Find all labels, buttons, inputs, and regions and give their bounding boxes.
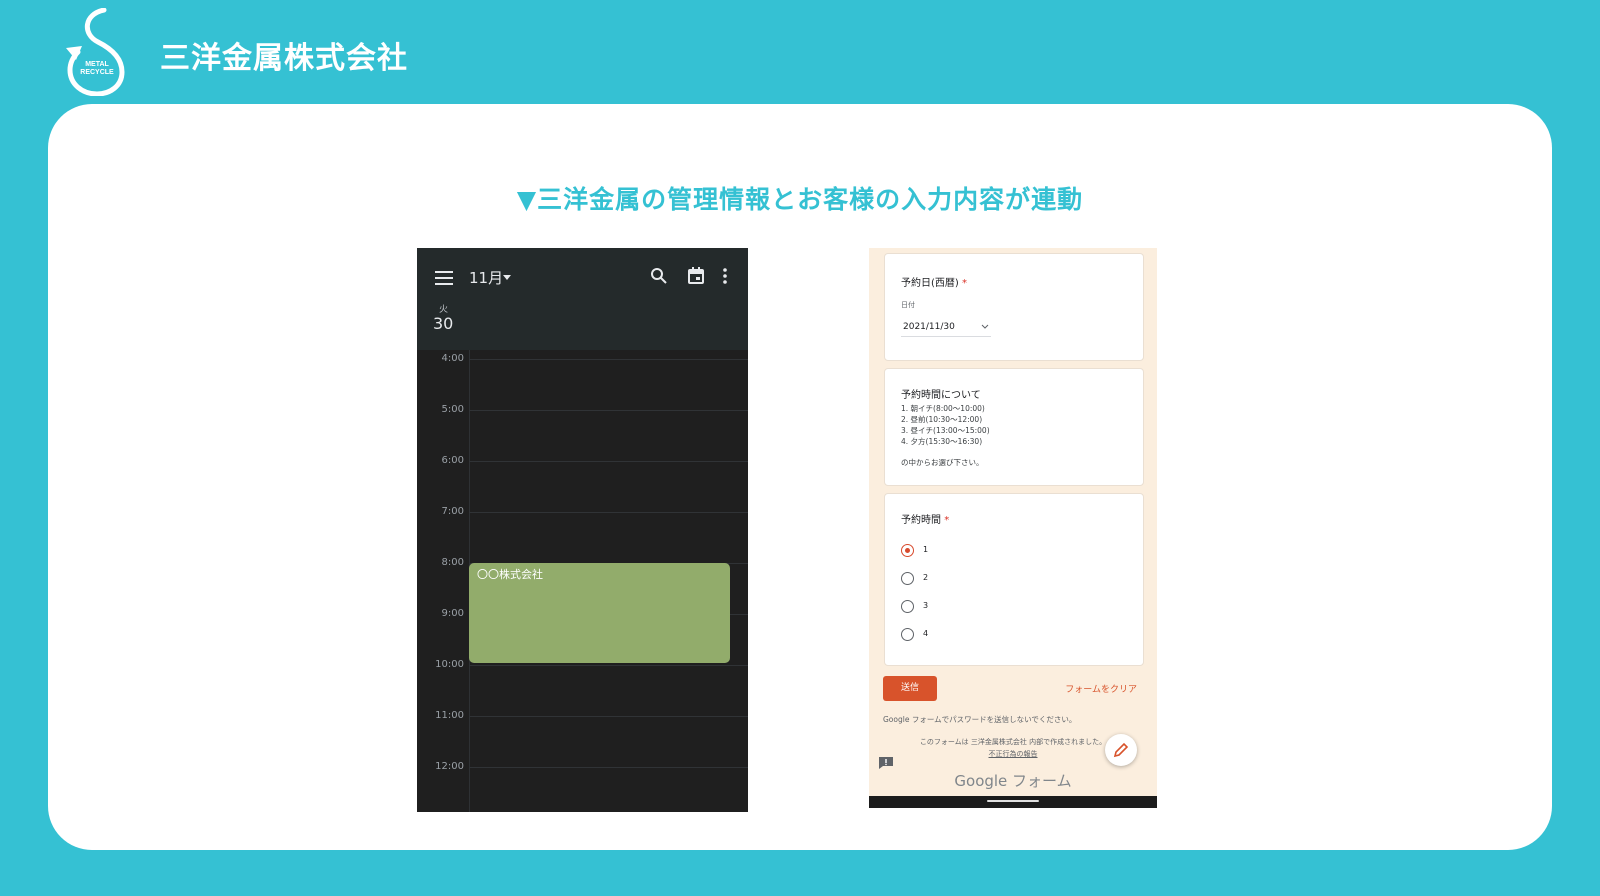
google-forms-brand: Google フォーム xyxy=(954,772,1072,790)
radio-button[interactable] xyxy=(901,572,914,585)
section-heading: ▼三洋金属の管理情報とお客様の入力内容が連動 xyxy=(516,185,1084,214)
calendar-header: 11月 火 30 xyxy=(417,248,748,350)
menu-icon[interactable] xyxy=(435,271,453,285)
calendar-screenshot: 11月 火 30 4:00 5:00 6:00 7:00 8:00 9:00 1… xyxy=(417,248,748,812)
svg-text:METAL: METAL xyxy=(85,61,109,68)
google-form-screenshot: 予約日(西暦) * 日付 2021/11/30 予約時間について 1. 朝イチ(… xyxy=(869,248,1157,808)
android-nav-bar xyxy=(869,796,1157,808)
time-row: 10:00 xyxy=(417,659,748,670)
time-label: 12:00 xyxy=(435,761,464,772)
more-vert-icon[interactable] xyxy=(722,267,728,285)
time-label: 10:00 xyxy=(435,659,464,670)
main-card: ▼三洋金属の管理情報とお客様の入力内容が連動 11月 火 30 4:00 5:0… xyxy=(48,104,1552,850)
required-mark: * xyxy=(944,515,950,526)
time-row: 11:00 xyxy=(417,710,748,721)
calendar-time-grid[interactable]: 4:00 5:00 6:00 7:00 8:00 9:00 10:00 11:0… xyxy=(417,350,748,812)
time-row: 5:00 xyxy=(417,404,748,415)
radio-label: 1 xyxy=(923,545,929,554)
edit-button[interactable] xyxy=(1105,734,1137,766)
time-row: 4:00 xyxy=(417,353,748,364)
info-lines: 1. 朝イチ(8:00～10:00) 2. 昼前(10:30～12:00) 3.… xyxy=(901,403,990,447)
radio-label: 2 xyxy=(923,573,929,582)
nav-handle[interactable] xyxy=(987,800,1039,802)
radio-button-selected[interactable] xyxy=(901,544,914,557)
clear-form-link[interactable]: フォームをクリア xyxy=(1065,682,1137,695)
svg-text:RECYCLE: RECYCLE xyxy=(80,69,114,76)
time-row: 6:00 xyxy=(417,455,748,466)
calendar-month-label[interactable]: 11月 xyxy=(469,267,503,288)
radio-button[interactable] xyxy=(901,600,914,613)
date-question-title: 予約日(西暦) * xyxy=(901,278,967,289)
company-name: 三洋金属株式会社 xyxy=(160,41,408,76)
edit-icon xyxy=(1113,742,1129,758)
radio-option[interactable]: 1 xyxy=(901,544,1021,558)
calendar-icon[interactable] xyxy=(687,267,705,285)
info-line: 2. 昼前(10:30～12:00) xyxy=(901,415,983,424)
feedback-icon[interactable] xyxy=(879,757,893,769)
info-line: 1. 朝イチ(8:00～10:00) xyxy=(901,404,985,413)
time-label: 5:00 xyxy=(441,404,464,415)
caret-down-icon[interactable] xyxy=(502,272,512,282)
time-label: 9:00 xyxy=(441,608,464,619)
date-sub-label: 日付 xyxy=(901,301,915,309)
password-disclaimer: Google フォームでパスワードを送信しないでください。 xyxy=(883,715,1077,724)
calendar-day[interactable]: 30 xyxy=(433,314,453,333)
radio-label: 4 xyxy=(923,629,929,638)
calendar-event[interactable]: 〇〇株式会社 xyxy=(469,563,730,663)
search-icon[interactable] xyxy=(650,267,668,285)
radio-option[interactable]: 2 xyxy=(901,572,1021,586)
time-label: 6:00 xyxy=(441,455,464,466)
time-row: 7:00 xyxy=(417,506,748,517)
required-mark: * xyxy=(962,278,967,289)
time-question-title: 予約時間 * xyxy=(901,515,950,526)
calendar-event-title: 〇〇株式会社 xyxy=(477,568,543,581)
radio-label: 3 xyxy=(923,601,929,610)
company-logo: METAL RECYCLE xyxy=(64,7,130,97)
info-card: 予約時間について 1. 朝イチ(8:00～10:00) 2. 昼前(10:30～… xyxy=(884,368,1144,486)
time-label: 8:00 xyxy=(441,557,464,568)
time-question-card: 予約時間 * 1 2 3 4 xyxy=(884,493,1144,666)
radio-option[interactable]: 3 xyxy=(901,600,1021,614)
radio-button[interactable] xyxy=(901,628,914,641)
chevron-down-icon[interactable] xyxy=(981,324,989,330)
info-line: 4. 夕方(15:30～16:30) xyxy=(901,437,983,446)
date-input-underline xyxy=(901,336,991,337)
submit-button[interactable]: 送信 xyxy=(883,676,937,701)
date-question-card: 予約日(西暦) * 日付 2021/11/30 xyxy=(884,253,1144,361)
recycle-s-logo-icon: METAL RECYCLE xyxy=(66,7,125,97)
info-footer: の中からお選び下さい。 xyxy=(901,458,984,467)
date-input[interactable]: 2021/11/30 xyxy=(903,322,955,332)
time-row: 12:00 xyxy=(417,761,748,772)
time-label: 11:00 xyxy=(435,710,464,721)
time-label: 4:00 xyxy=(441,353,464,364)
info-line: 3. 昼イチ(13:00～15:00) xyxy=(901,426,990,435)
radio-option[interactable]: 4 xyxy=(901,628,1021,642)
time-label: 7:00 xyxy=(441,506,464,517)
info-title: 予約時間について xyxy=(901,390,981,401)
